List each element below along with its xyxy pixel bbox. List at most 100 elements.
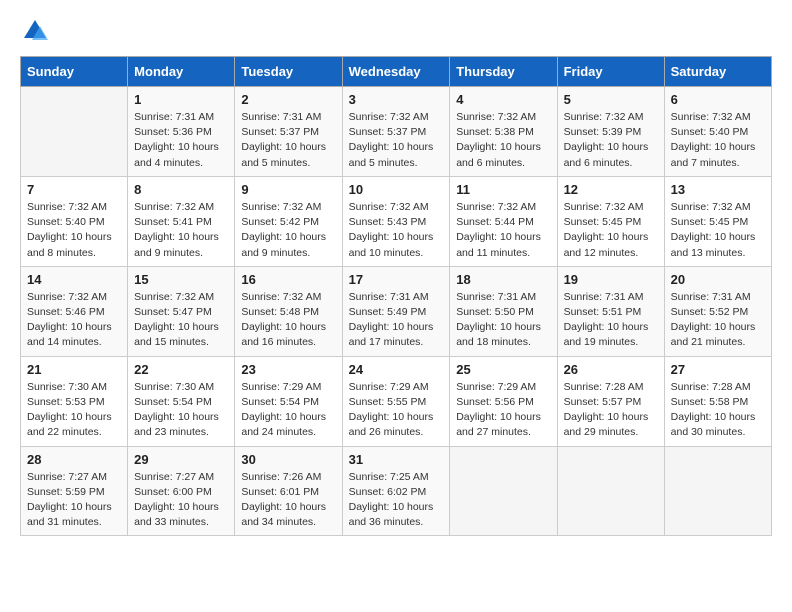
day-info: Sunrise: 7:29 AMSunset: 5:55 PMDaylight:… (349, 380, 444, 441)
calendar-body: 1Sunrise: 7:31 AMSunset: 5:36 PMDaylight… (21, 87, 772, 536)
col-thursday: Thursday (450, 57, 557, 87)
calendar-cell: 12 Sunrise: 7:32 AMSunset: 5:45 PMDayligh… (557, 176, 664, 266)
day-info: Sunrise: 7:32 AMSunset: 5:45 PMDaylight:… (564, 200, 658, 261)
calendar-cell: 22 Sunrise: 7:30 AMSunset: 5:54 PMDayligh… (128, 356, 235, 446)
day-number: 5 (564, 92, 658, 107)
day-info: Sunrise: 7:28 AMSunset: 5:57 PMDaylight:… (564, 380, 658, 441)
day-number: 11 (456, 182, 550, 197)
day-info: Sunrise: 7:26 AMSunset: 6:01 PMDaylight:… (241, 470, 335, 531)
day-info: Sunrise: 7:32 AMSunset: 5:43 PMDaylight:… (349, 200, 444, 261)
day-info: Sunrise: 7:32 AMSunset: 5:37 PMDaylight:… (349, 110, 444, 171)
day-number: 3 (349, 92, 444, 107)
calendar-cell: 5 Sunrise: 7:32 AMSunset: 5:39 PMDaylight… (557, 87, 664, 177)
calendar-cell (557, 446, 664, 536)
calendar-week-row: 7 Sunrise: 7:32 AMSunset: 5:40 PMDaylight… (21, 176, 772, 266)
day-number: 12 (564, 182, 658, 197)
day-number: 31 (349, 452, 444, 467)
day-info: Sunrise: 7:30 AMSunset: 5:54 PMDaylight:… (134, 380, 228, 441)
day-number: 16 (241, 272, 335, 287)
day-info: Sunrise: 7:32 AMSunset: 5:42 PMDaylight:… (241, 200, 335, 261)
calendar-cell: 8 Sunrise: 7:32 AMSunset: 5:41 PMDaylight… (128, 176, 235, 266)
day-info: Sunrise: 7:29 AMSunset: 5:56 PMDaylight:… (456, 380, 550, 441)
day-info: Sunrise: 7:31 AMSunset: 5:36 PMDaylight:… (134, 110, 228, 171)
calendar-cell: 9 Sunrise: 7:32 AMSunset: 5:42 PMDaylight… (235, 176, 342, 266)
day-info: Sunrise: 7:31 AMSunset: 5:50 PMDaylight:… (456, 290, 550, 351)
day-info: Sunrise: 7:31 AMSunset: 5:49 PMDaylight:… (349, 290, 444, 351)
day-info: Sunrise: 7:25 AMSunset: 6:02 PMDaylight:… (349, 470, 444, 531)
day-number: 29 (134, 452, 228, 467)
day-number: 8 (134, 182, 228, 197)
col-monday: Monday (128, 57, 235, 87)
day-number: 14 (27, 272, 121, 287)
day-number: 2 (241, 92, 335, 107)
calendar-week-row: 14 Sunrise: 7:32 AMSunset: 5:46 PMDayligh… (21, 266, 772, 356)
calendar-cell: 29 Sunrise: 7:27 AMSunset: 6:00 PMDayligh… (128, 446, 235, 536)
day-info: Sunrise: 7:32 AMSunset: 5:47 PMDaylight:… (134, 290, 228, 351)
day-info: Sunrise: 7:32 AMSunset: 5:39 PMDaylight:… (564, 110, 658, 171)
day-info: Sunrise: 7:32 AMSunset: 5:41 PMDaylight:… (134, 200, 228, 261)
calendar-cell: 24Sunrise: 7:29 AMSunset: 5:55 PMDayligh… (342, 356, 450, 446)
calendar-cell: 27 Sunrise: 7:28 AMSunset: 5:58 PMDayligh… (664, 356, 771, 446)
calendar-header-row: Sunday Monday Tuesday Wednesday Thursday… (21, 57, 772, 87)
day-number: 4 (456, 92, 550, 107)
day-number: 20 (671, 272, 765, 287)
day-info: Sunrise: 7:27 AMSunset: 6:00 PMDaylight:… (134, 470, 228, 531)
day-info: Sunrise: 7:31 AMSunset: 5:51 PMDaylight:… (564, 290, 658, 351)
day-info: Sunrise: 7:32 AMSunset: 5:40 PMDaylight:… (27, 200, 121, 261)
day-info: Sunrise: 7:32 AMSunset: 5:40 PMDaylight:… (671, 110, 765, 171)
logo-icon (22, 18, 48, 44)
day-info: Sunrise: 7:31 AMSunset: 5:37 PMDaylight:… (241, 110, 335, 171)
calendar-cell: 7 Sunrise: 7:32 AMSunset: 5:40 PMDaylight… (21, 176, 128, 266)
col-wednesday: Wednesday (342, 57, 450, 87)
day-number: 21 (27, 362, 121, 377)
calendar-cell: 3 Sunrise: 7:32 AMSunset: 5:37 PMDaylight… (342, 87, 450, 177)
day-number: 22 (134, 362, 228, 377)
calendar-cell: 6 Sunrise: 7:32 AMSunset: 5:40 PMDaylight… (664, 87, 771, 177)
day-info: Sunrise: 7:32 AMSunset: 5:46 PMDaylight:… (27, 290, 121, 351)
calendar-table: Sunday Monday Tuesday Wednesday Thursday… (20, 56, 772, 536)
col-saturday: Saturday (664, 57, 771, 87)
calendar-cell: 23Sunrise: 7:29 AMSunset: 5:54 PMDayligh… (235, 356, 342, 446)
calendar-cell: 10 Sunrise: 7:32 AMSunset: 5:43 PMDayligh… (342, 176, 450, 266)
day-number: 28 (27, 452, 121, 467)
day-number: 7 (27, 182, 121, 197)
day-number: 30 (241, 452, 335, 467)
day-number: 27 (671, 362, 765, 377)
calendar-cell: 17 Sunrise: 7:31 AMSunset: 5:49 PMDayligh… (342, 266, 450, 356)
day-number: 18 (456, 272, 550, 287)
day-number: 6 (671, 92, 765, 107)
day-info: Sunrise: 7:32 AMSunset: 5:48 PMDaylight:… (241, 290, 335, 351)
day-info: Sunrise: 7:32 AMSunset: 5:45 PMDaylight:… (671, 200, 765, 261)
day-info: Sunrise: 7:29 AMSunset: 5:54 PMDaylight:… (241, 380, 335, 441)
day-info: Sunrise: 7:32 AMSunset: 5:44 PMDaylight:… (456, 200, 550, 261)
calendar-cell: 4Sunrise: 7:32 AMSunset: 5:38 PMDaylight… (450, 87, 557, 177)
calendar-cell (21, 87, 128, 177)
calendar-cell: 21 Sunrise: 7:30 AMSunset: 5:53 PMDayligh… (21, 356, 128, 446)
day-number: 10 (349, 182, 444, 197)
day-info: Sunrise: 7:27 AMSunset: 5:59 PMDaylight:… (27, 470, 121, 531)
calendar-cell: 28 Sunrise: 7:27 AMSunset: 5:59 PMDayligh… (21, 446, 128, 536)
calendar-cell: 25 Sunrise: 7:29 AMSunset: 5:56 PMDayligh… (450, 356, 557, 446)
calendar-cell: 30 Sunrise: 7:26 AMSunset: 6:01 PMDayligh… (235, 446, 342, 536)
calendar-cell: 18 Sunrise: 7:31 AMSunset: 5:50 PMDayligh… (450, 266, 557, 356)
calendar-cell: 13 Sunrise: 7:32 AMSunset: 5:45 PMDayligh… (664, 176, 771, 266)
day-number: 25 (456, 362, 550, 377)
col-friday: Friday (557, 57, 664, 87)
calendar-cell: 31 Sunrise: 7:25 AMSunset: 6:02 PMDayligh… (342, 446, 450, 536)
day-number: 17 (349, 272, 444, 287)
day-info: Sunrise: 7:28 AMSunset: 5:58 PMDaylight:… (671, 380, 765, 441)
day-number: 15 (134, 272, 228, 287)
day-number: 9 (241, 182, 335, 197)
calendar-cell: 1Sunrise: 7:31 AMSunset: 5:36 PMDaylight… (128, 87, 235, 177)
day-number: 19 (564, 272, 658, 287)
calendar-cell: 16 Sunrise: 7:32 AMSunset: 5:48 PMDayligh… (235, 266, 342, 356)
calendar-cell: 26Sunrise: 7:28 AMSunset: 5:57 PMDayligh… (557, 356, 664, 446)
calendar-cell: 14 Sunrise: 7:32 AMSunset: 5:46 PMDayligh… (21, 266, 128, 356)
col-tuesday: Tuesday (235, 57, 342, 87)
calendar-cell (664, 446, 771, 536)
day-number: 13 (671, 182, 765, 197)
calendar-week-row: 28 Sunrise: 7:27 AMSunset: 5:59 PMDayligh… (21, 446, 772, 536)
calendar-week-row: 21 Sunrise: 7:30 AMSunset: 5:53 PMDayligh… (21, 356, 772, 446)
calendar-cell: 11 Sunrise: 7:32 AMSunset: 5:44 PMDayligh… (450, 176, 557, 266)
day-info: Sunrise: 7:30 AMSunset: 5:53 PMDaylight:… (27, 380, 121, 441)
